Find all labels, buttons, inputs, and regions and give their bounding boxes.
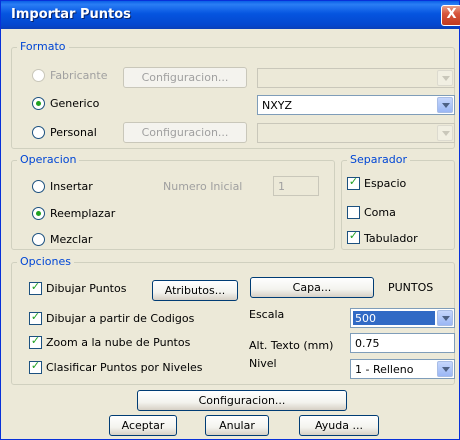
capa-value: PUNTOS bbox=[388, 281, 434, 294]
escala-label: Escala bbox=[249, 308, 285, 321]
reemplazar-label: Reemplazar bbox=[50, 207, 116, 220]
mezclar-radio[interactable] bbox=[32, 233, 45, 246]
title-bar[interactable]: Importar Puntos bbox=[1, 1, 459, 29]
checkmark-icon: ✓ bbox=[30, 310, 41, 323]
personal-radio[interactable] bbox=[32, 126, 45, 139]
insertar-radio[interactable] bbox=[32, 180, 45, 193]
fabricante-configuracion-button[interactable]: Configuracion... bbox=[123, 67, 247, 88]
checkmark-icon: ✓ bbox=[30, 334, 41, 347]
configuracion-button[interactable]: Configuracion... bbox=[137, 390, 347, 411]
chevron-down-icon[interactable] bbox=[437, 97, 453, 113]
zoom-checkbox[interactable]: ✓ bbox=[29, 334, 42, 349]
radio-selected-dot bbox=[36, 211, 41, 216]
reemplazar-radio[interactable] bbox=[32, 207, 45, 220]
opciones-legend: Opciones bbox=[17, 255, 74, 268]
clasificar-checkbox[interactable]: ✓ bbox=[29, 359, 42, 374]
escala-value: 500 bbox=[353, 311, 435, 325]
escala-select[interactable]: 500 bbox=[350, 308, 455, 328]
numero-inicial-input[interactable]: 1 bbox=[273, 176, 319, 196]
separador-legend: Separador bbox=[347, 153, 410, 166]
personal-select[interactable] bbox=[257, 123, 455, 143]
dibujar-puntos-checkbox[interactable]: ✓ bbox=[29, 280, 42, 295]
nivel-label: Nivel bbox=[249, 357, 277, 370]
zoom-label: Zoom a la nube de Puntos bbox=[46, 336, 191, 349]
dibujar-codigos-checkbox[interactable]: ✓ bbox=[29, 310, 42, 325]
espacio-label: Espacio bbox=[364, 177, 407, 190]
close-icon[interactable]: X bbox=[441, 5, 460, 26]
personal-configuracion-button[interactable]: Configuracion... bbox=[123, 122, 247, 143]
window-title: Importar Puntos bbox=[11, 7, 131, 22]
coma-label: Coma bbox=[364, 206, 396, 219]
fabricante-select[interactable] bbox=[257, 68, 455, 88]
ayuda-button[interactable]: Ayuda ... bbox=[299, 415, 379, 436]
checkmark-icon: ✓ bbox=[30, 280, 41, 293]
numero-inicial-label: Numero Inicial bbox=[163, 180, 243, 193]
generico-format-value: NXYZ bbox=[262, 99, 293, 112]
generico-format-select[interactable]: NXYZ bbox=[257, 95, 455, 115]
radio-selected-dot bbox=[36, 101, 41, 106]
checkmark-icon: ✓ bbox=[30, 359, 41, 372]
fabricante-radio[interactable] bbox=[32, 69, 45, 82]
clasificar-label: Clasificar Puntos por Niveles bbox=[46, 361, 203, 374]
personal-label: Personal bbox=[50, 126, 97, 139]
anular-button[interactable]: Anular bbox=[205, 415, 269, 436]
nivel-value: 1 - Relleno bbox=[355, 363, 414, 376]
atributos-button[interactable]: Atributos... bbox=[152, 280, 238, 301]
capa-button[interactable]: Capa... bbox=[250, 277, 374, 298]
tabulador-label: Tabulador bbox=[364, 232, 418, 245]
generico-label: Generico bbox=[50, 97, 100, 110]
nivel-select[interactable]: 1 - Relleno bbox=[350, 359, 455, 379]
chevron-down-icon[interactable] bbox=[437, 125, 453, 141]
tabulador-checkbox[interactable]: ✓ bbox=[347, 229, 360, 244]
dibujar-puntos-label: Dibujar Puntos bbox=[46, 282, 127, 295]
importar-puntos-dialog: Importar Puntos X Formato Fabricante Con… bbox=[0, 0, 460, 440]
insertar-label: Insertar bbox=[50, 180, 93, 193]
formato-legend: Formato bbox=[17, 40, 69, 53]
generico-radio[interactable] bbox=[32, 97, 45, 110]
alt-texto-label: Alt. Texto (mm) bbox=[249, 339, 334, 352]
fabricante-label: Fabricante bbox=[50, 69, 108, 82]
checkmark-icon: ✓ bbox=[348, 175, 359, 188]
chevron-down-icon[interactable] bbox=[437, 361, 453, 377]
espacio-checkbox[interactable]: ✓ bbox=[347, 175, 360, 190]
alt-texto-input[interactable]: 0.75 bbox=[350, 333, 455, 353]
mezclar-label: Mezclar bbox=[50, 233, 93, 246]
checkmark-icon: ✓ bbox=[348, 229, 359, 242]
operacion-legend: Operacion bbox=[17, 153, 80, 166]
coma-checkbox[interactable] bbox=[347, 206, 360, 219]
aceptar-button[interactable]: Aceptar bbox=[109, 415, 177, 436]
dibujar-codigos-label: Dibujar a partir de Codigos bbox=[46, 312, 195, 325]
chevron-down-icon[interactable] bbox=[437, 310, 453, 326]
chevron-down-icon[interactable] bbox=[437, 70, 453, 86]
